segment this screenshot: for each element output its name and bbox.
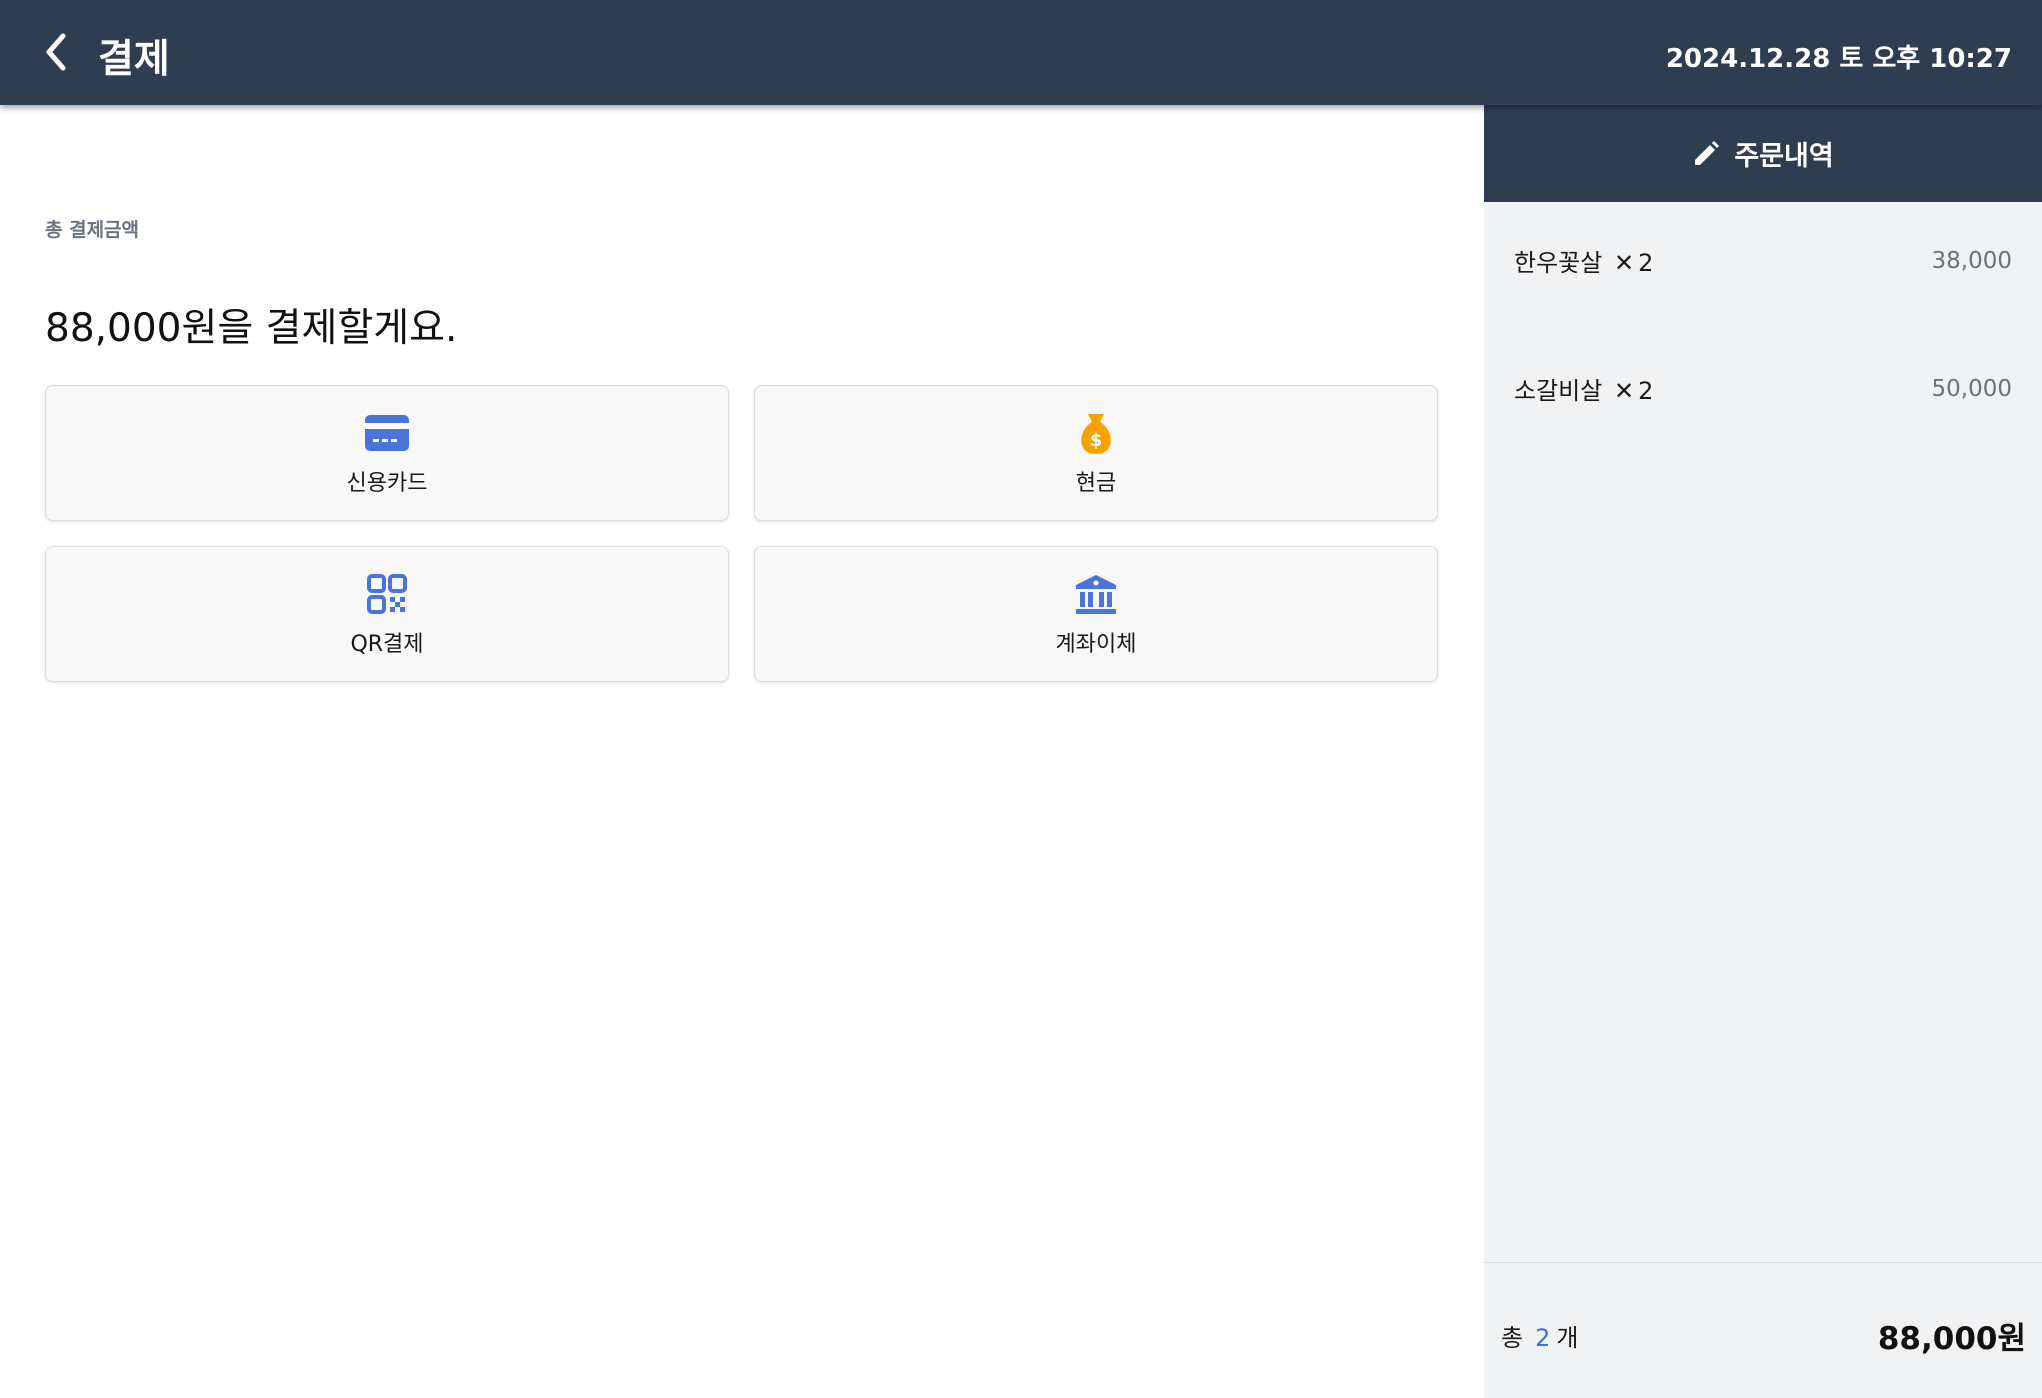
order-item-price: 50,000 [1931, 375, 2012, 402]
bank-transfer-button[interactable]: 계좌이체 [754, 546, 1438, 682]
order-history-title: 주문내역 [1734, 141, 1834, 172]
money-bag-icon: $ [1072, 409, 1120, 457]
qr-payment-label: QR결제 [350, 632, 424, 657]
pencil-icon [1695, 140, 1720, 165]
order-summary-panel: 주문내역 한우꽃살 ✕ 2 38,000 소갈비살 ✕ 2 50,000 총2개 8… [1484, 105, 2042, 1398]
order-item: 한우꽃살 ✕ 2 38,000 [1514, 243, 2012, 278]
payment-panel: 총 결제금액 88,000원을 결제할게요. 신용카드 $ 현금 QR결제 계좌… [0, 105, 1484, 1398]
bank-transfer-label: 계좌이체 [1055, 632, 1137, 657]
order-item-name: 한우꽃살 ✕ 2 [1514, 249, 1654, 277]
cash-button[interactable]: $ 현금 [754, 385, 1438, 521]
top-bar: 결제 2024.12.28 토 오후 10:27 [0, 0, 2042, 105]
datetime-display: 2024.12.28 토 오후 10:27 [1665, 44, 2012, 74]
bank-icon [1072, 570, 1120, 618]
order-summary-footer: 총2개 88,000원 [1484, 1262, 2042, 1398]
back-button[interactable] [36, 30, 76, 74]
qr-code-icon [363, 570, 411, 618]
order-item-name: 소갈비살 ✕ 2 [1514, 377, 1654, 405]
total-amount-label: 총 결제금액 [45, 219, 140, 241]
item-count-number: 2 [1535, 1324, 1551, 1352]
payment-headline: 88,000원을 결제할게요. [45, 306, 458, 351]
qr-payment-button[interactable]: QR결제 [45, 546, 729, 682]
chevron-left-icon [46, 33, 66, 71]
page-title: 결제 [98, 37, 170, 82]
grand-total: 88,000원 [1877, 1321, 2026, 1357]
credit-card-label: 신용카드 [346, 471, 428, 496]
order-item: 소갈비살 ✕ 2 50,000 [1514, 371, 2012, 406]
svg-text:$: $ [1090, 430, 1103, 451]
order-item-price: 38,000 [1931, 247, 2012, 274]
item-count: 총2개 [1501, 1324, 1579, 1352]
credit-card-icon [363, 409, 411, 457]
cash-label: 현금 [1075, 471, 1117, 496]
credit-card-button[interactable]: 신용카드 [45, 385, 729, 521]
order-history-header[interactable]: 주문내역 [1484, 105, 2042, 202]
